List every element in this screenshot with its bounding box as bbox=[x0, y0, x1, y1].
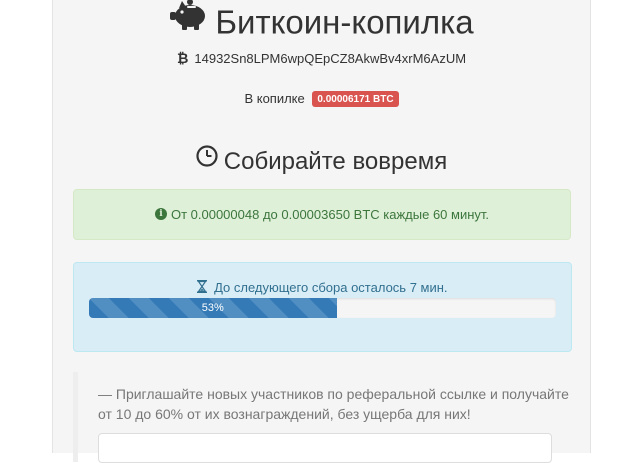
timer-alert: До следующего сбора осталось 7 мин. 53% bbox=[73, 262, 572, 352]
referral-text: — Приглашайте новых участников по рефера… bbox=[98, 386, 569, 422]
balance-badge: 0.00006171 BTC bbox=[312, 90, 399, 107]
wallet-address-text: 14932Sn8LPM6wpQEpCZ8AkwBv4xrM6AzUM bbox=[194, 51, 467, 66]
collect-progress: 53% bbox=[89, 298, 556, 318]
collect-heading: Собирайте вовремя bbox=[53, 145, 590, 177]
wallet-address: ₿ 14932Sn8LPM6wpQEpCZ8AkwBv4xrM6AzUM bbox=[53, 50, 590, 66]
info-circle-icon: i bbox=[154, 207, 167, 220]
timer-text-line: До следующего сбора осталось 7 мин. bbox=[74, 280, 571, 295]
timer-text: До следующего сбора осталось 7 мин. bbox=[214, 280, 448, 295]
bitcoin-icon: ₿ bbox=[176, 50, 189, 66]
hourglass-icon bbox=[197, 280, 214, 295]
reward-text: От 0.00000048 до 0.00003650 BTC каждые 6… bbox=[170, 207, 490, 222]
main-panel: Биткоин-копилка ₿ 14932Sn8LPM6wpQEpCZ8Akw… bbox=[52, 0, 591, 463]
progress-bar-fill: 53% bbox=[89, 298, 337, 318]
clock-icon bbox=[196, 145, 218, 174]
balance-label: В копилке bbox=[244, 91, 305, 106]
reward-alert: i От 0.00000048 до 0.00003650 BTC каждые … bbox=[73, 189, 571, 240]
balance-line: В копилке 0.00006171 BTC bbox=[53, 90, 590, 108]
page-title: Биткоин-копилка bbox=[53, 0, 590, 43]
piggy-bank-icon bbox=[169, 0, 209, 40]
referral-link-field[interactable] bbox=[98, 433, 552, 463]
